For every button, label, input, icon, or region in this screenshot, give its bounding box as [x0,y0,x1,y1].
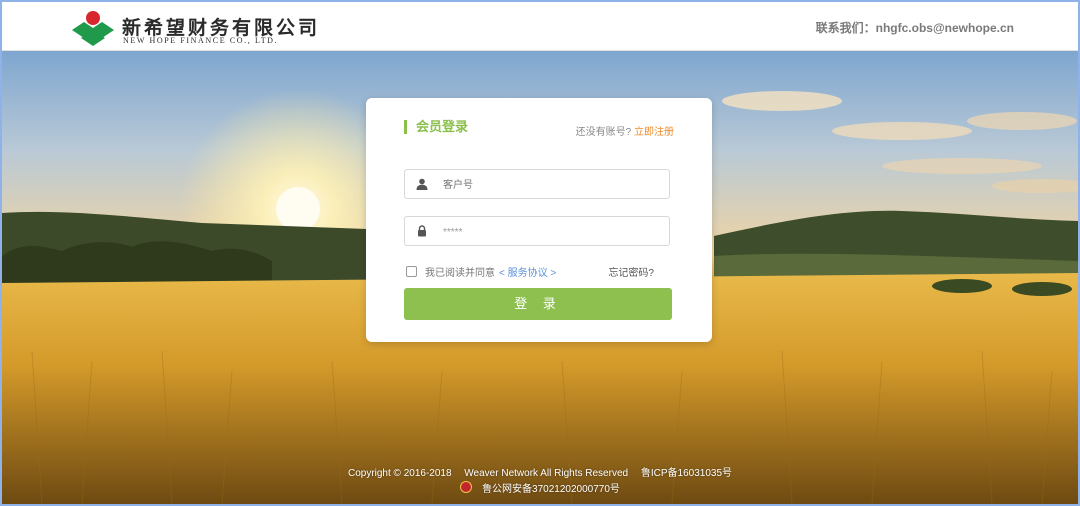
user-icon [416,178,428,190]
icp-link[interactable]: 鲁ICP备16031035号 [641,468,732,479]
contact-email: 联系我们：nhgfc.obs@newhope.cn [815,21,1014,35]
copyright-text: Copyright © 2016-2018 [347,468,452,479]
brand-name-en: NEW HOPE FINANCE CO., LTD. [123,36,279,45]
password-field[interactable] [404,216,670,246]
police-badge-icon [460,481,473,493]
forgot-password-link[interactable]: 忘记密码? [608,264,654,279]
browser-frame: 新希望财务有限公司 NEW HOPE FINANCE CO., LTD. 联系我… [0,0,1080,506]
lock-icon [418,225,426,237]
username-input[interactable] [441,175,665,195]
police-record-link[interactable]: 鲁公网安备37021202000770号 [482,484,620,495]
service-agreement-link[interactable]: < 服务协议 > [499,264,556,279]
login-button[interactable]: 登 录 [404,288,672,320]
username-field[interactable] [404,169,670,199]
rights-text: Weaver Network All Rights Reserved [464,468,629,479]
login-title: 会员登录 [404,120,468,134]
top-header: 新希望财务有限公司 NEW HOPE FINANCE CO., LTD. 联系我… [2,2,1078,51]
register-prompt: 还没有账号? 立即注册 [576,123,674,138]
no-account-text: 还没有账号? [575,127,632,138]
new-hope-logo-icon [72,11,114,46]
agree-checkbox[interactable] [406,266,417,277]
agreement-row: 我已阅读并同意 < 服务协议 > [406,264,556,279]
password-input[interactable] [441,222,665,242]
footer-copyright-row: Copyright © 2016-2018 Weaver Network All… [2,464,1078,479]
footer-police-row: 鲁公网安备37021202000770号 [2,480,1078,495]
register-link[interactable]: 立即注册 [634,127,674,138]
agree-text: 我已阅读并同意 [425,268,495,279]
login-card: 会员登录 还没有账号? 立即注册 我已阅读并同意 < 服务协议 > 忘记密码? [366,98,712,342]
